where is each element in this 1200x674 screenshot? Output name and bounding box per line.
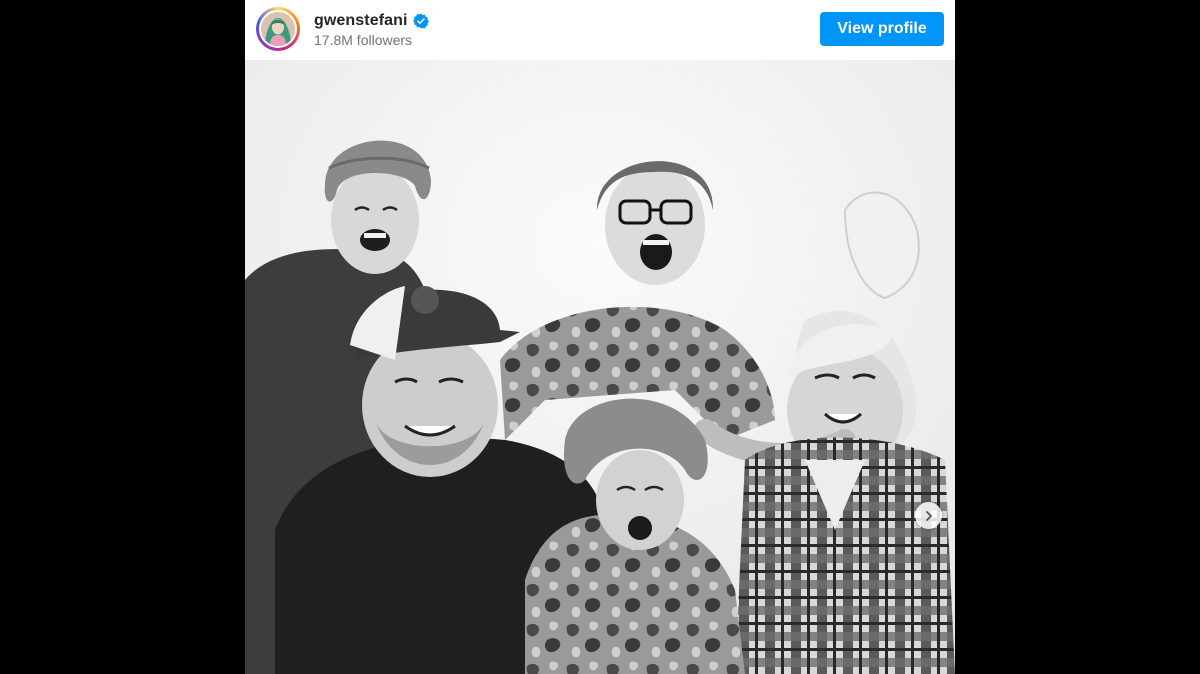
family-photo-illustration bbox=[245, 60, 955, 674]
post-photo[interactable] bbox=[245, 60, 955, 674]
view-profile-button[interactable]: View profile bbox=[820, 12, 944, 46]
embed-header: gwenstefani 17.8M followers View profile bbox=[245, 0, 955, 60]
username-row: gwenstefani bbox=[314, 10, 429, 32]
next-photo-button[interactable] bbox=[915, 502, 942, 529]
follower-count: 17.8M followers bbox=[314, 32, 413, 48]
chevron-right-icon bbox=[925, 510, 932, 521]
page: gwenstefani 17.8M followers View profile bbox=[0, 0, 1200, 674]
avatar[interactable] bbox=[259, 10, 297, 48]
username[interactable]: gwenstefani bbox=[314, 12, 408, 30]
verified-badge-icon bbox=[412, 13, 429, 29]
instagram-embed: gwenstefani 17.8M followers View profile bbox=[245, 0, 955, 674]
avatar-image bbox=[261, 12, 295, 46]
avatar-ring[interactable] bbox=[256, 7, 300, 51]
